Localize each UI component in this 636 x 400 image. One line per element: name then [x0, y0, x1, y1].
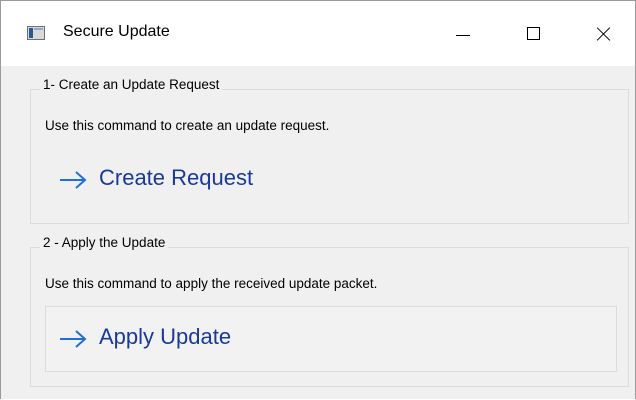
minimize-icon: [456, 35, 470, 36]
close-icon: [597, 27, 611, 41]
window-title: Secure Update: [63, 23, 170, 40]
group-label-create-request: 1- Create an Update Request: [40, 77, 223, 92]
apply-update-button[interactable]: Apply Update: [45, 306, 617, 372]
create-request-label: Create Request: [99, 165, 254, 190]
create-request-button[interactable]: Create Request: [45, 147, 617, 213]
group-label-apply-update: 2 - Apply the Update: [40, 235, 169, 250]
maximize-icon: [527, 27, 540, 40]
maximize-button[interactable]: [504, 9, 568, 59]
create-request-description: Use this command to create an update req…: [45, 118, 330, 133]
close-button[interactable]: [573, 9, 636, 59]
apply-update-label: Apply Update: [99, 324, 232, 349]
title-bar[interactable]: Secure Update: [1, 1, 635, 66]
arrow-right-icon: [60, 171, 87, 189]
apply-update-description: Use this command to apply the received u…: [45, 276, 378, 291]
minimize-button[interactable]: [431, 9, 495, 59]
secure-update-window: Secure Update 1- Create an Update Reques…: [0, 0, 636, 399]
arrow-right-icon: [60, 330, 87, 348]
app-window-icon: [27, 26, 45, 40]
